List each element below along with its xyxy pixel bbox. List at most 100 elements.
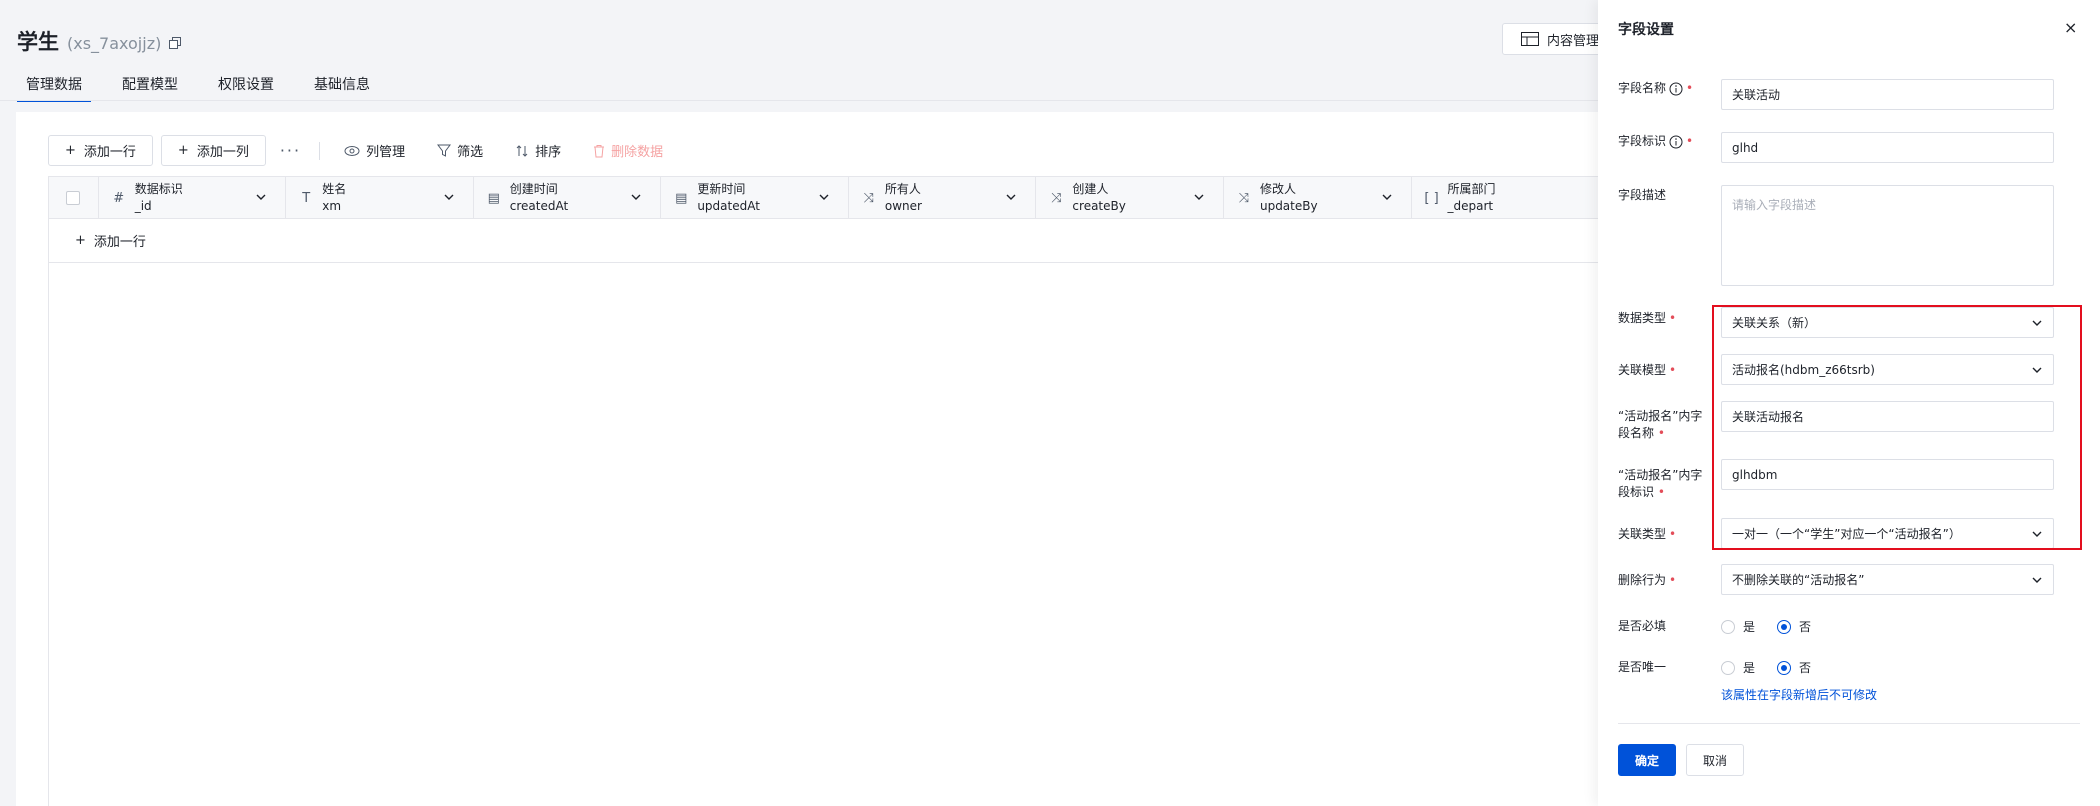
tab-manage-data[interactable]: 管理数据 bbox=[17, 74, 91, 102]
radio-button-selected[interactable] bbox=[1777, 619, 1792, 634]
field-key-input[interactable]: glhd bbox=[1721, 132, 2054, 163]
delete-behavior-label: 删除行为 • bbox=[1618, 573, 1677, 587]
filter-icon bbox=[437, 144, 452, 157]
chevron-down-icon bbox=[2032, 577, 2042, 583]
title-row: 学生 (xs_7axojjz) bbox=[17, 26, 182, 56]
tab-bar: 管理数据 配置模型 权限设置 基础信息 bbox=[17, 74, 401, 102]
chevron-down-icon[interactable] bbox=[1005, 191, 1017, 203]
trash-icon bbox=[594, 144, 605, 157]
main-area: 学生 (xs_7axojjz) 内容管理 管理数据 配置模型 权限设置 基础信息… bbox=[0, 0, 1612, 806]
column-label: 更新时间 updatedAt bbox=[697, 182, 760, 213]
relation-model-select[interactable]: 活动报名(hdbm_z66tsrb) bbox=[1721, 354, 2054, 385]
grid-add-row[interactable]: + 添加一行 bbox=[49, 219, 1599, 263]
grid-add-row-label: 添加一行 bbox=[93, 235, 146, 250]
column-header-id[interactable]: # 数据标识 _id bbox=[99, 177, 287, 219]
column-label: 数据标识 _id bbox=[134, 182, 183, 213]
more-icon[interactable]: ··· bbox=[274, 141, 307, 160]
chevron-down-icon[interactable] bbox=[255, 191, 267, 203]
field-name-input[interactable]: 关联活动 bbox=[1721, 79, 2054, 110]
column-label: 修改人 updateBy bbox=[1259, 182, 1318, 213]
column-header-owner[interactable]: ⤨ 所有人 owner bbox=[849, 177, 1037, 219]
field-key-label: 字段标识 • bbox=[1618, 134, 1694, 149]
relation-type-label: 关联类型 • bbox=[1618, 527, 1677, 541]
field-desc-label: 字段描述 bbox=[1618, 188, 1667, 202]
column-label: 所有人 owner bbox=[884, 182, 922, 213]
add-row-label: 添加一行 bbox=[83, 145, 136, 160]
copy-icon[interactable] bbox=[169, 37, 182, 49]
unique-label: 是否唯一 bbox=[1618, 660, 1667, 674]
plus-icon: + bbox=[65, 143, 76, 158]
column-header-xm[interactable]: T 姓名 xm bbox=[286, 177, 474, 219]
confirm-button[interactable]: 确定 bbox=[1618, 744, 1676, 776]
column-header-depart[interactable]: [ ] 所属部门 _depart bbox=[1412, 177, 1600, 219]
tabs-divider bbox=[0, 100, 1598, 101]
relation-model-label: 关联模型 • bbox=[1618, 363, 1677, 377]
date-type-icon: ▤ bbox=[487, 190, 500, 206]
required-radio-group: 是 否 bbox=[1721, 618, 1825, 635]
delete-data-button[interactable]: 删除数据 bbox=[581, 135, 675, 166]
required-label: 是否必填 bbox=[1618, 619, 1667, 633]
table-icon bbox=[1521, 32, 1539, 46]
filter-label: 筛选 bbox=[457, 145, 484, 160]
radio-button[interactable] bbox=[1721, 660, 1735, 675]
toolbar-divider bbox=[319, 141, 321, 160]
column-header-createby[interactable]: ⤨ 创建人 createBy bbox=[1036, 177, 1224, 219]
info-icon[interactable] bbox=[1669, 135, 1683, 149]
add-column-label: 添加一列 bbox=[196, 145, 249, 160]
eye-icon bbox=[344, 145, 360, 156]
unique-radio-group: 是 否 bbox=[1721, 659, 1825, 676]
column-manage-button[interactable]: 列管理 bbox=[332, 135, 417, 166]
field-name-label: 字段名称 • bbox=[1618, 81, 1694, 96]
unique-yes-option[interactable]: 是 bbox=[1721, 659, 1755, 676]
chevron-down-icon[interactable] bbox=[443, 191, 455, 203]
radio-button[interactable] bbox=[1721, 619, 1735, 634]
inner-key-input[interactable]: glhdbm bbox=[1721, 459, 2054, 490]
filter-button[interactable]: 筛选 bbox=[425, 135, 495, 166]
column-header-updateby[interactable]: ⤨ 修改人 updateBy bbox=[1224, 177, 1412, 219]
column-header-createdat[interactable]: ▤ 创建时间 createdAt bbox=[474, 177, 662, 219]
required-yes-option[interactable]: 是 bbox=[1721, 618, 1755, 635]
unique-no-option[interactable]: 否 bbox=[1777, 659, 1811, 676]
relation-type-value: 一对一（一个“学生”对应一个“活动报名”） bbox=[1732, 527, 1961, 541]
field-desc-textarea[interactable]: 请输入字段描述 bbox=[1721, 185, 2054, 286]
info-icon[interactable] bbox=[1669, 82, 1683, 96]
cancel-button[interactable]: 取消 bbox=[1686, 744, 1744, 776]
tab-permission[interactable]: 权限设置 bbox=[209, 74, 283, 102]
select-all-checkbox[interactable] bbox=[66, 191, 81, 205]
delete-behavior-select[interactable]: 不删除关联的“活动报名” bbox=[1721, 564, 2054, 595]
delete-data-label: 删除数据 bbox=[611, 145, 664, 160]
chevron-down-icon bbox=[2032, 531, 2042, 537]
radio-button-selected[interactable] bbox=[1777, 660, 1792, 675]
data-type-select[interactable]: 关联关系（新） bbox=[1721, 307, 2054, 338]
chevron-down-icon[interactable] bbox=[630, 191, 642, 203]
inner-name-input[interactable]: 关联活动报名 bbox=[1721, 401, 2054, 432]
sort-button[interactable]: 排序 bbox=[503, 135, 573, 166]
chevron-down-icon[interactable] bbox=[1193, 191, 1205, 203]
column-manage-label: 列管理 bbox=[366, 145, 406, 160]
required-no-option[interactable]: 否 bbox=[1777, 618, 1811, 635]
chevron-down-icon[interactable] bbox=[1381, 191, 1393, 203]
add-row-button[interactable]: + 添加一行 bbox=[48, 135, 153, 166]
relation-model-value: 活动报名(hdbm_z66tsrb) bbox=[1732, 363, 1875, 377]
add-column-button[interactable]: + 添加一列 bbox=[160, 135, 266, 166]
relation-type-select[interactable]: 一对一（一个“学生”对应一个“活动报名”） bbox=[1721, 518, 2054, 549]
close-icon[interactable]: × bbox=[2064, 18, 2077, 37]
chevron-down-icon bbox=[2032, 367, 2042, 373]
chevron-down-icon[interactable] bbox=[818, 191, 830, 203]
column-header-updatedat[interactable]: ▤ 更新时间 updatedAt bbox=[661, 177, 849, 219]
plus-icon: + bbox=[75, 233, 86, 248]
delete-behavior-value: 不删除关联的“活动报名” bbox=[1732, 573, 1865, 587]
drawer-title: 字段设置 bbox=[1618, 22, 1674, 38]
grid-header: # 数据标识 _id T 姓名 xm ▤ 创建时间 createdAt ▤ 更新时间 u… bbox=[49, 177, 1600, 219]
data-grid: # 数据标识 _id T 姓名 xm ▤ 创建时间 createdAt ▤ 更新时间 u… bbox=[48, 176, 1600, 806]
tab-basic-info[interactable]: 基础信息 bbox=[305, 74, 379, 102]
content-manage-button[interactable]: 内容管理 bbox=[1502, 23, 1612, 55]
column-label: 所属部门 _depart bbox=[1447, 182, 1496, 213]
data-type-value: 关联关系（新） bbox=[1732, 316, 1817, 330]
unique-hint: 该属性在字段新增后不可修改 bbox=[1721, 688, 1878, 702]
model-code: (xs_7axojjz) bbox=[67, 34, 162, 53]
tab-config-model[interactable]: 配置模型 bbox=[113, 74, 187, 102]
toolbar: + 添加一行 + 添加一列 ··· 列管理 筛选 排序 删除数据 bbox=[48, 135, 675, 166]
relation-type-icon: ⤨ bbox=[1238, 190, 1250, 206]
column-label: 创建时间 createdAt bbox=[509, 182, 569, 213]
